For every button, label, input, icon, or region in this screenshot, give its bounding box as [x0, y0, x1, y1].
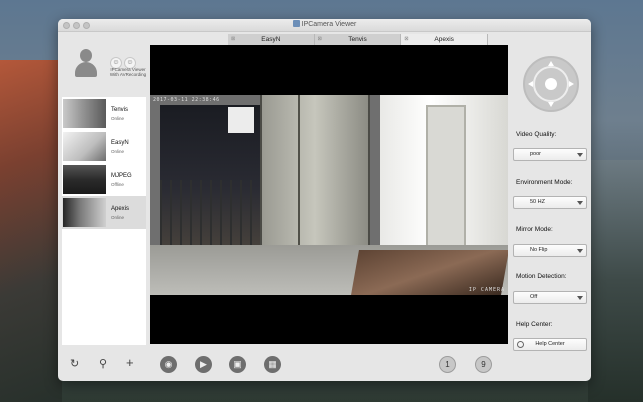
ptz-control-pad[interactable]: [523, 56, 579, 112]
refresh-icon[interactable]: ↻: [70, 357, 79, 371]
tab-apexis[interactable]: ⊠ Apexis: [401, 34, 489, 45]
tab-easyn[interactable]: ⊠ EasyN: [228, 34, 315, 45]
camera-thumbnail: [63, 99, 106, 128]
close-icon[interactable]: ⊠: [318, 34, 322, 45]
video-quality-label: Video Quality:: [516, 131, 557, 138]
layout-9-button[interactable]: 9: [475, 356, 492, 373]
camera-name: Apexis: [111, 205, 130, 212]
app-caption-line2: With AVRecording: [109, 72, 147, 77]
app-window: IPCamera Viewer ⊠ EasyN ⊠ Tenvis ⊠ Apexi…: [58, 19, 591, 381]
desktop-background-right: [588, 160, 643, 402]
help-center-label: Help Center:: [516, 321, 553, 328]
search-icon[interactable]: ⚲: [99, 357, 107, 371]
layout-1-button[interactable]: 1: [439, 356, 456, 373]
arrow-right-icon[interactable]: [569, 81, 574, 87]
arrow-up-icon[interactable]: [548, 61, 554, 66]
app-caption: IPCamera Viewer With AVRecording: [106, 67, 150, 77]
add-icon[interactable]: +: [126, 356, 134, 370]
title-bar: IPCamera Viewer: [58, 19, 591, 32]
motion-detection-value: Off: [530, 294, 538, 300]
app-icon: [292, 20, 300, 27]
mirror-mode-label: Mirror Mode:: [516, 226, 553, 233]
arrow-left-icon[interactable]: [528, 81, 533, 87]
film-icon[interactable]: ▦: [264, 356, 281, 373]
tab-label: EasyN: [261, 36, 281, 43]
camera-item-easyn[interactable]: EasyN Online: [62, 130, 146, 163]
image-icon[interactable]: ▣: [229, 356, 246, 373]
close-icon[interactable]: ⊠: [231, 34, 235, 45]
bottom-toolbar: ↻ ⚲ + ◉ ▶ ▣ ▦ 1 9: [58, 349, 591, 381]
motion-detection-label: Motion Detection:: [516, 273, 567, 280]
video-quality-value: poor: [530, 151, 542, 157]
desktop-background-left: [0, 60, 62, 402]
feed-railing: [160, 180, 260, 245]
camera-feed: 2017-03-11 22:38:46 IP CAMERA: [150, 95, 508, 295]
osd-camera-name: IP CAMERA: [468, 287, 505, 293]
camera-thumbnail: [63, 132, 106, 161]
arrow-down-icon[interactable]: [548, 102, 554, 107]
camera-icon[interactable]: ◉: [160, 356, 177, 373]
camera-item-mjpeg[interactable]: MJPEG Offline: [62, 163, 146, 196]
camera-item-tenvis[interactable]: Tenvis Online: [62, 97, 146, 130]
environment-mode-select[interactable]: 50 HZ: [513, 196, 587, 209]
video-viewport[interactable]: 2017-03-11 22:38:46 IP CAMERA: [150, 45, 508, 344]
tab-tenvis[interactable]: ⊠ Tenvis: [314, 34, 402, 45]
environment-mode-value: 50 HZ: [530, 199, 545, 205]
camera-tabs: ⊠ EasyN ⊠ Tenvis ⊠ Apexis: [228, 34, 489, 45]
camera-status: Offline: [111, 181, 124, 187]
avatar[interactable]: [74, 49, 98, 77]
feed-hanging-cloth: [228, 107, 254, 133]
chevron-down-icon: [577, 153, 583, 157]
camera-status: Online: [111, 148, 125, 154]
help-center-button-label: Help Center: [535, 341, 565, 347]
globe-icon: [517, 341, 524, 348]
feed-interior-door: [426, 105, 466, 255]
camera-item-apexis[interactable]: Apexis Online: [62, 196, 146, 229]
camera-name: Tenvis: [111, 106, 129, 113]
video-quality-select[interactable]: poor: [513, 148, 587, 161]
camera-name: MJPEG: [111, 172, 132, 179]
mirror-mode-select[interactable]: No Flip: [513, 244, 587, 257]
chevron-down-icon: [577, 249, 583, 253]
camera-name: EasyN: [111, 139, 129, 146]
close-icon[interactable]: ⊠: [404, 34, 408, 45]
profile-panel: ☺ ☺ IPCamera Viewer With AVRecording: [62, 45, 146, 99]
ptz-center-button[interactable]: [545, 78, 557, 90]
chevron-down-icon: [577, 201, 583, 205]
window-title-text: IPCamera Viewer: [301, 21, 357, 28]
motion-detection-select[interactable]: Off: [513, 291, 587, 304]
camera-thumbnail: [63, 198, 106, 227]
tab-label: Apexis: [434, 36, 454, 43]
avatar-body: [75, 62, 97, 77]
window-title: IPCamera Viewer: [58, 20, 591, 28]
mirror-mode-value: No Flip: [530, 247, 548, 253]
camera-status: Online: [111, 214, 125, 220]
video-icon[interactable]: ▶: [195, 356, 212, 373]
osd-timestamp: 2017-03-11 22:38:46: [153, 97, 220, 103]
chevron-down-icon: [577, 296, 583, 300]
tab-label: Tenvis: [348, 36, 367, 43]
environment-mode-label: Environment Mode:: [516, 179, 573, 186]
camera-status: Online: [111, 115, 125, 121]
camera-thumbnail: [63, 165, 106, 194]
avatar-head: [80, 49, 92, 62]
app-badges: ☺ ☺: [110, 51, 144, 69]
camera-list: Tenvis Online EasyN Online MJPEG Offline…: [62, 97, 146, 345]
